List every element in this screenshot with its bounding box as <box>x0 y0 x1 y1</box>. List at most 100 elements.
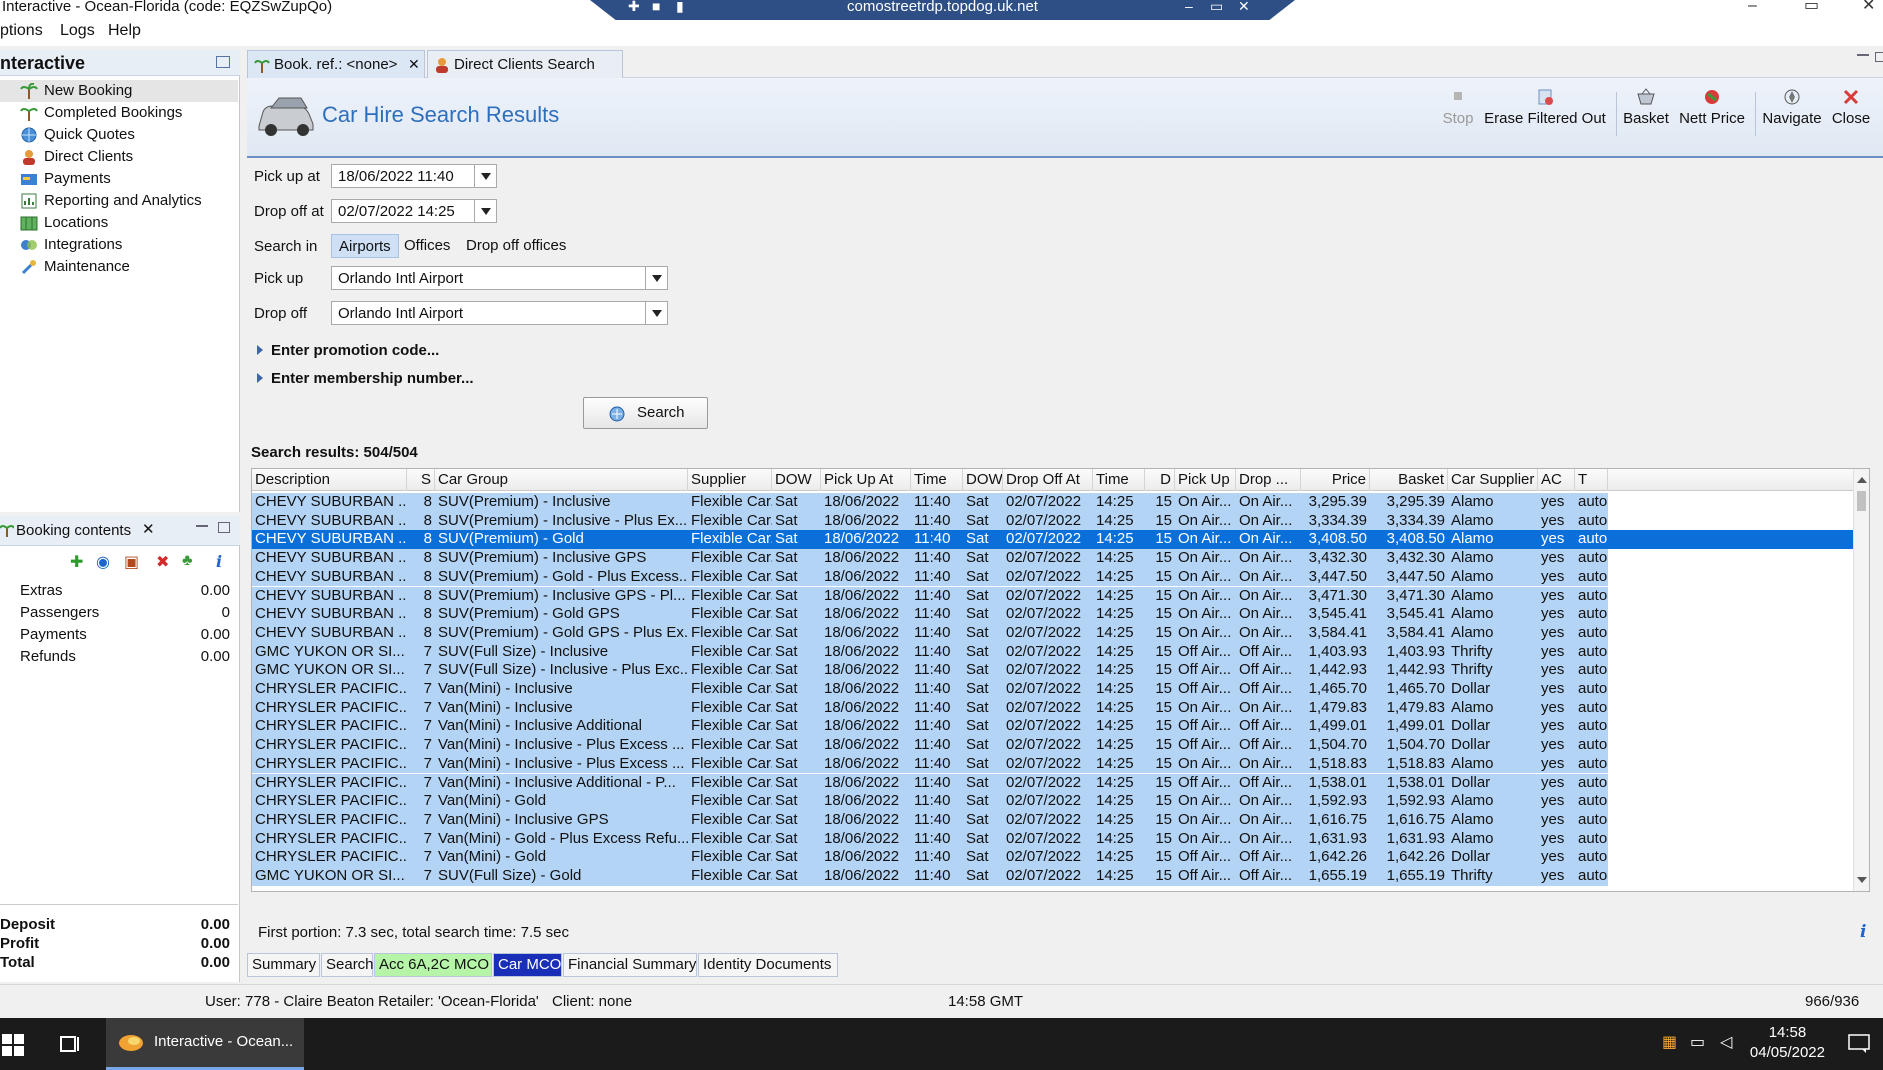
tab-car-mco[interactable]: Car MCO <box>493 953 562 977</box>
vertical-scrollbar[interactable] <box>1853 469 1869 891</box>
network-icon[interactable]: ▭ <box>1690 1032 1705 1052</box>
search-in-drop-off-offices[interactable]: Drop off offices <box>459 234 573 258</box>
chevron-down-icon[interactable] <box>645 267 667 289</box>
table-row[interactable]: CHEVY SUBURBAN ... 8 SUV(Premium) - Inclus… <box>252 493 1608 512</box>
pickup-datetime-field[interactable]: 18/06/2022 11:40 <box>331 164 497 188</box>
pickup-location-select[interactable]: Orlando Intl Airport <box>331 266 668 290</box>
table-row[interactable]: CHRYSLER PACIFIC... 7 Van(Mini) - Inclusiv… <box>252 754 1608 774</box>
column-header[interactable]: Price <box>1301 469 1370 491</box>
column-header[interactable]: Car Supplier <box>1448 469 1538 491</box>
menu-help[interactable]: Help <box>108 22 141 40</box>
nav-item-quick-quotes[interactable]: Quick Quotes <box>0 124 238 146</box>
minimize-panel-icon[interactable] <box>196 525 208 527</box>
erase-filtered-out-button[interactable]: Erase Filtered Out <box>1483 88 1607 127</box>
scroll-down-icon[interactable] <box>1857 877 1867 883</box>
rdp-restore-icon[interactable]: ▭ <box>1210 0 1223 13</box>
stop-button[interactable]: Stop <box>1441 88 1475 127</box>
search-in-airports[interactable]: Airports <box>331 234 399 258</box>
column-header[interactable]: Time <box>911 469 963 491</box>
table-row[interactable]: CHRYSLER PACIFIC... 7 Van(Mini) - Inclusiv… <box>252 680 1608 699</box>
tray-flag-icon[interactable]: ▦ <box>1662 1032 1677 1052</box>
tab-financial-summary[interactable]: Financial Summary <box>563 953 697 977</box>
maximize-view-icon[interactable] <box>1875 52 1883 62</box>
nav-item-completed-bookings[interactable]: Completed Bookings <box>0 102 238 124</box>
info-icon[interactable]: i <box>1860 922 1866 942</box>
notifications-icon[interactable] <box>1848 1034 1870 1054</box>
menu-logs[interactable]: Logs <box>60 22 95 40</box>
scroll-thumb[interactable] <box>1857 491 1866 511</box>
window-minimize-icon[interactable]: – <box>1748 0 1757 14</box>
tab-summary[interactable]: Summary <box>247 953 320 977</box>
table-row[interactable]: CHRYSLER PACIFIC... 7 Van(Mini) - Gold - P… <box>252 829 1608 849</box>
rdp-close-icon[interactable]: ✕ <box>1238 0 1250 13</box>
nav-item-reporting[interactable]: Reporting and Analytics <box>0 190 238 212</box>
rdp-minimize-icon[interactable]: – <box>1185 0 1193 13</box>
table-row[interactable]: CHRYSLER PACIFIC... 7 Van(Mini) - Gold Flex… <box>252 792 1608 811</box>
window-close-icon[interactable]: ✕ <box>1862 0 1875 14</box>
column-header[interactable]: D <box>1145 469 1175 491</box>
membership-number-expander[interactable]: Enter membership number... <box>257 370 474 387</box>
table-row[interactable]: CHRYSLER PACIFIC... 7 Van(Mini) - Inclusiv… <box>252 698 1608 718</box>
column-header[interactable]: DOW <box>772 469 821 491</box>
table-row[interactable]: CHEVY SUBURBAN ... 8 SUV(Premium) - Gold G… <box>252 605 1608 624</box>
add-icon[interactable]: ✚ <box>70 552 83 572</box>
nav-item-new-booking[interactable]: New Booking <box>0 80 238 102</box>
column-header[interactable]: Drop ... <box>1236 469 1301 491</box>
column-header[interactable]: Time <box>1093 469 1145 491</box>
nav-item-maintenance[interactable]: Maintenance <box>0 256 238 278</box>
table-row[interactable]: CHRYSLER PACIFIC... 7 Van(Mini) - Inclusiv… <box>252 773 1608 793</box>
table-row[interactable]: GMC YUKON OR SI... 7 SUV(Full Size) - Gold… <box>252 867 1608 886</box>
table-row[interactable]: CHRYSLER PACIFIC... 7 Van(Mini) - Inclusiv… <box>252 717 1608 737</box>
tab-search[interactable]: Search <box>321 953 374 977</box>
table-row[interactable]: CHEVY SUBURBAN ... 8 SUV(Premium) - Gold G… <box>252 623 1608 643</box>
table-row[interactable]: CHRYSLER PACIFIC... 7 Van(Mini) - Inclusiv… <box>252 810 1608 830</box>
nett-price-button[interactable]: Nett Price <box>1677 88 1747 127</box>
table-row[interactable]: CHEVY SUBURBAN ... 8 SUV(Premium) - Inclus… <box>252 586 1608 606</box>
basket-button[interactable]: Basket <box>1621 88 1671 127</box>
table-row[interactable]: CHRYSLER PACIFIC... 7 Van(Mini) - Inclusiv… <box>252 736 1608 755</box>
refresh-icon[interactable]: ◉ <box>96 552 110 572</box>
minimize-view-icon[interactable] <box>1857 54 1869 56</box>
tab-booking-ref[interactable]: Book. ref.: <none> ✕ <box>247 50 425 78</box>
promotion-code-expander[interactable]: Enter promotion code... <box>257 342 439 359</box>
table-row[interactable]: CHEVY SUBURBAN ... 8 SUV(Premium) - Gold Fl… <box>252 530 1859 550</box>
navigate-button[interactable]: Navigate <box>1761 88 1823 127</box>
dropoff-location-select[interactable]: Orlando Intl Airport <box>331 301 668 325</box>
column-header[interactable]: T <box>1575 469 1608 491</box>
chevron-down-icon[interactable] <box>474 200 496 222</box>
table-row[interactable]: CHRYSLER PACIFIC... 7 Van(Mini) - Gold Flex… <box>252 848 1608 867</box>
search-in-offices[interactable]: Offices <box>397 234 457 258</box>
taskbar-app-interactive[interactable]: Interactive - Ocean... <box>106 1018 304 1070</box>
task-view-icon[interactable] <box>60 1034 82 1054</box>
dropoff-datetime-field[interactable]: 02/07/2022 14:25 <box>331 199 497 223</box>
table-row[interactable]: GMC YUKON OR SI... 7 SUV(Full Size) - Incl… <box>252 661 1608 680</box>
collapse-panel-icon[interactable] <box>216 56 230 68</box>
table-row[interactable]: CHEVY SUBURBAN ... 8 SUV(Premium) - Inclus… <box>252 549 1608 568</box>
table-row[interactable]: GMC YUKON OR SI... 7 SUV(Full Size) - Incl… <box>252 642 1608 662</box>
nav-item-integrations[interactable]: Integrations <box>0 234 238 256</box>
column-header[interactable]: Drop Off At <box>1003 469 1093 491</box>
basket-icon[interactable]: ▣ <box>124 552 139 572</box>
search-button[interactable]: Search <box>583 397 708 429</box>
table-row[interactable]: CHEVY SUBURBAN ... 8 SUV(Premium) - Gold -… <box>252 567 1608 587</box>
close-button[interactable]: Close <box>1829 88 1873 127</box>
window-maximize-icon[interactable]: ▭ <box>1804 0 1819 14</box>
table-row[interactable]: CHEVY SUBURBAN ... 8 SUV(Premium) - Inclus… <box>252 511 1608 531</box>
delete-icon[interactable]: ✖ <box>156 552 169 572</box>
taskbar-clock[interactable]: 14:58 04/05/2022 <box>1750 1023 1825 1063</box>
column-header[interactable]: Pick Up <box>1175 469 1236 491</box>
menu-options[interactable]: ptions <box>0 22 43 40</box>
scroll-up-icon[interactable] <box>1857 477 1867 483</box>
column-header[interactable]: Supplier <box>688 469 772 491</box>
column-header[interactable]: AC <box>1538 469 1575 491</box>
tab-acc-mco[interactable]: Acc 6A,2C MCO <box>374 953 492 977</box>
windows-start-icon[interactable] <box>2 1034 24 1056</box>
chevron-down-icon[interactable] <box>645 302 667 324</box>
nav-item-payments[interactable]: Payments <box>0 168 238 190</box>
tab-identity-documents[interactable]: Identity Documents <box>698 953 838 977</box>
close-tab-icon[interactable]: ✕ <box>408 56 420 73</box>
chevron-down-icon[interactable] <box>474 165 496 187</box>
column-header[interactable]: DOW <box>963 469 1003 491</box>
column-header[interactable]: Pick Up At <box>821 469 911 491</box>
palm-tree-icon[interactable]: ♣ <box>182 552 193 570</box>
